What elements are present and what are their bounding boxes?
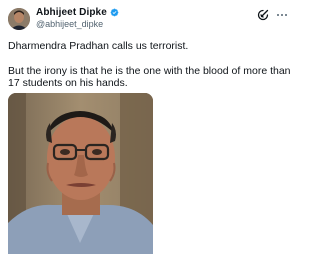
more-options-icon [277, 13, 280, 17]
tweet-text-paragraph2: But the irony is that he is the one with… [8, 64, 291, 90]
avatar-image [8, 8, 30, 30]
tweet-text: Dharmendra Pradhan calls us terrorist. B… [8, 40, 294, 90]
tweet-text-line1: Dharmendra Pradhan calls us terrorist. [8, 40, 189, 52]
grok-icon [257, 9, 269, 21]
verified-badge-icon [110, 8, 119, 17]
tweet-media-photo[interactable] [8, 93, 153, 254]
photo-man-with-glasses [8, 93, 153, 254]
author-name-row[interactable]: Abhijeet Dipke [36, 7, 119, 18]
author-handle[interactable]: @abhijeet_dipke [36, 19, 103, 29]
more-options-button[interactable] [274, 8, 290, 22]
author-display-name[interactable]: Abhijeet Dipke [36, 7, 107, 18]
avatar[interactable] [8, 8, 30, 30]
grok-button[interactable] [256, 8, 270, 22]
